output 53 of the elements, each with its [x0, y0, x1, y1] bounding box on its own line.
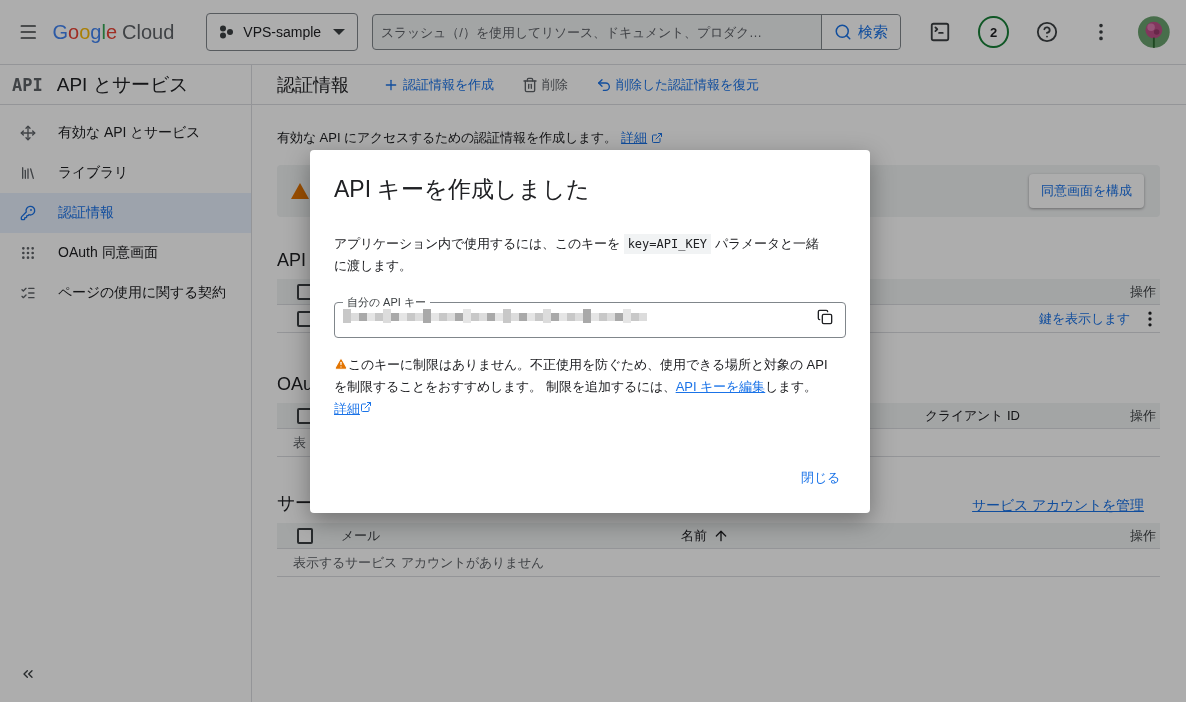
- external-link-icon: [651, 132, 664, 144]
- sidebar-item[interactable]: 有効な API とサービス: [0, 113, 251, 153]
- column-header: 名前: [681, 526, 707, 545]
- api-key-field[interactable]: 自分の API キー: [334, 295, 846, 338]
- project-picker[interactable]: VPS-sample: [206, 13, 359, 51]
- move-arrows-icon: [20, 125, 36, 141]
- column-header: 操作: [1130, 526, 1156, 545]
- close-button[interactable]: 閉じる: [795, 463, 846, 493]
- undo-icon: [596, 76, 612, 93]
- column-header: クライアント ID: [925, 406, 1020, 425]
- notification-badge[interactable]: 2: [978, 16, 1009, 48]
- sidebar-item[interactable]: ライブラリ: [0, 153, 251, 193]
- show-key-link[interactable]: 鍵を表示します: [1039, 309, 1130, 328]
- page-title: 認証情報: [277, 73, 349, 97]
- edit-key-link[interactable]: API キーを編集: [675, 379, 766, 394]
- api-logo: API: [12, 74, 43, 95]
- dialog-title: API キーを作成しました: [334, 175, 592, 204]
- key-icon: [20, 205, 36, 221]
- warning-icon: [334, 357, 348, 371]
- toolbar-action[interactable]: 認証情報を作成: [383, 75, 494, 94]
- logo[interactable]: Google Cloud: [52, 20, 175, 44]
- toolbar-action[interactable]: 削除した認証情報を復元: [596, 75, 759, 94]
- sidebar-item[interactable]: 認証情報: [0, 193, 251, 233]
- details-link[interactable]: 詳細: [621, 129, 648, 147]
- sidebar-title: API とサービス: [56, 72, 188, 97]
- sidebar-item[interactable]: OAuth 同意画面: [0, 233, 251, 273]
- project-icon: [219, 25, 234, 39]
- details-link[interactable]: 詳細: [334, 401, 360, 416]
- library-icon: [20, 165, 36, 181]
- dialog-text: アプリケーション内で使用するには、このキーを key=API_KEY パラメータと一緒に渡します。: [334, 233, 820, 275]
- sidebar-item[interactable]: ページの使用に関する契約: [0, 273, 251, 313]
- checklist-icon: [20, 285, 36, 301]
- search-button[interactable]: 検索: [820, 15, 900, 49]
- warning-text: このキーに制限はありません。不正使用を防ぐため、使用できる場所と対象の API を制限することをおすすめします。 制限を追加するには、API キーを編集 します。 詳細: [334, 356, 829, 418]
- dots-grid-icon: [20, 245, 36, 261]
- copy-icon[interactable]: [817, 309, 833, 325]
- caret-icon: [333, 29, 346, 35]
- section-heading: API: [277, 250, 306, 271]
- trash-icon: [522, 76, 538, 93]
- empty-message: 表: [293, 433, 306, 452]
- field-label: 自分の API キー: [346, 295, 427, 309]
- checkbox[interactable]: [297, 527, 313, 544]
- configure-consent-button[interactable]: 同意画面を構成: [1029, 174, 1144, 208]
- column-header: 操作: [1130, 282, 1156, 301]
- manage-service-accounts-link[interactable]: サービス アカウントを管理: [972, 497, 1144, 515]
- search-icon: [833, 23, 852, 41]
- external-link-icon: [360, 401, 372, 413]
- column-header: メール: [341, 526, 381, 545]
- warning-icon: [291, 183, 309, 199]
- empty-message: 表示するサービス アカウントがありません: [293, 553, 544, 572]
- column-header: 操作: [1130, 406, 1156, 425]
- intro-text: 有効な API にアクセスするための認証情報を作成します。: [277, 129, 618, 147]
- search-field[interactable]: スラッシュ（/）を使用してリソース、ドキュメント、プロダク… 検索: [372, 14, 901, 50]
